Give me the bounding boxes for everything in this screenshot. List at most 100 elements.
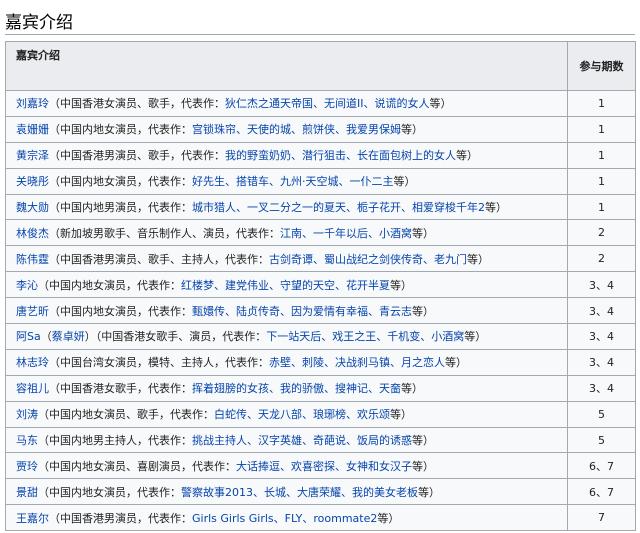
guest-description: （中国台湾女演员，模特、主持人，代表作：	[49, 356, 269, 370]
guest-cell: 林俊杰（新加坡男歌手、音乐制作人、演员，代表作：江南、一千年以后、小酒窝等）	[5, 219, 568, 247]
table-body: 刘嘉玲（中国香港女演员、歌手，代表作：狄仁杰之通天帝国、无间道II、说谎的女人等…	[5, 90, 636, 532]
table-row: 关晓彤（中国内地女演员，代表作：好先生、搭错车、九州·天空城、一仆二主等） 1	[5, 167, 636, 195]
guest-name-link[interactable]: 魏大勋	[16, 201, 49, 214]
guest-cell: 贾玲（中国内地女演员、喜剧演员，代表作：大话捧逗、欢喜密探、女神和女汉子等）	[5, 452, 568, 480]
representative-works-link[interactable]: 甄嬛传、陆贞传奇、因为爱情有幸福、青云志	[192, 305, 412, 318]
guest-cell: 关晓彤（中国内地女演员，代表作：好先生、搭错车、九州·天空城、一仆二主等）	[5, 167, 568, 195]
guest-name-link[interactable]: 马东	[16, 434, 38, 447]
representative-works-link[interactable]: 江南、一千年以后、小酒窝	[280, 227, 412, 240]
episodes-cell: 3、4	[567, 297, 636, 325]
guest-name-link[interactable]: 陈伟霆	[16, 253, 49, 266]
alias-open-paren: （	[40, 330, 52, 344]
guest-table: 嘉宾介绍 参与期数 刘嘉玲（中国香港女演员、歌手，代表作：狄仁杰之通天帝国、无间…	[5, 41, 636, 532]
guest-name-link[interactable]: 刘涛	[16, 408, 38, 421]
guest-name-link[interactable]: 刘嘉玲	[16, 97, 49, 110]
representative-works-link[interactable]: 狄仁杰之通天帝国、无间道II、说谎的女人	[225, 97, 430, 110]
episodes-cell: 5	[567, 400, 636, 428]
table-row: 袁姗姗（中国内地女演员，代表作：宫锁珠帘、天使的城、煎饼侠、我爱男保姆等） 1	[5, 115, 636, 143]
representative-works-link[interactable]: 赤壁、刺陵、决战刹马镇、月之恋人	[269, 356, 445, 369]
guest-name-link[interactable]: 黄宗泽	[16, 149, 49, 162]
guest-name-link[interactable]: 林志玲	[16, 356, 49, 369]
guest-description: （中国香港女歌手，代表作：	[49, 382, 192, 396]
representative-works-link[interactable]: 大话捧逗、欢喜密探、女神和女汉子	[236, 460, 412, 473]
guest-cell: 陈伟霆（中国香港男演员、歌手、主持人，代表作：古剑奇谭、蜀山战纪之剑侠传奇、老九…	[5, 245, 568, 273]
guest-name-link[interactable]: 李沁	[16, 279, 38, 292]
table-row: 马东（中国内地男主持人，代表作：挑战主持人、汉字英雄、奇葩说、饭局的诱惑等） 5	[5, 426, 636, 454]
episodes-cell: 3、4	[567, 348, 636, 376]
guest-description: （新加坡男歌手、音乐制作人、演员，代表作：	[49, 226, 280, 240]
representative-works-link[interactable]: 古剑奇谭、蜀山战纪之剑侠传奇、老九门	[269, 253, 467, 266]
description-tail: 等）	[456, 149, 478, 163]
header-episodes: 参与期数	[567, 41, 636, 91]
guest-name-link[interactable]: 关晓彤	[16, 175, 49, 188]
episodes-cell: 1	[567, 193, 636, 221]
guest-description: （中国香港女演员、歌手，代表作：	[49, 97, 225, 111]
episodes-cell: 1	[567, 90, 636, 117]
guest-description: （中国内地男主持人，代表作：	[38, 434, 192, 448]
table-row: 黄宗泽（中国香港男演员、歌手，代表作：我的野蛮奶奶、潜行狙击、长在面包树上的女人…	[5, 141, 636, 169]
section-title: 嘉宾介绍	[5, 13, 73, 33]
representative-works-link[interactable]: 我的野蛮奶奶、潜行狙击、长在面包树上的女人	[225, 149, 456, 162]
guest-name-link[interactable]: 袁姗姗	[16, 123, 49, 136]
table-row: 李沁（中国内地女演员，代表作：红楼梦、建党伟业、守望的天空、花开半夏等） 3、4	[5, 271, 636, 299]
episodes-cell: 3、4	[567, 374, 636, 402]
guest-cell: 景甜（中国内地女演员，代表作：警察故事2013、长城、大唐荣耀、我的美女老板等）	[5, 478, 568, 506]
representative-works-link[interactable]: 宫锁珠帘、天使的城、煎饼侠、我爱男保姆	[192, 123, 401, 136]
description-tail: 等）	[445, 356, 467, 370]
episodes-cell: 1	[567, 115, 636, 143]
guest-description: （中国内地女演员，代表作：	[49, 304, 192, 318]
table-row: 刘涛（中国内地女演员、歌手，代表作：白蛇传、天龙八部、琅琊榜、欢乐颂等） 5	[5, 400, 636, 428]
guest-description: （中国香港男演员、歌手，代表作：	[49, 149, 225, 163]
representative-works-link[interactable]: 警察故事2013、长城、大唐荣耀、我的美女老板	[181, 486, 418, 499]
table-row: 景甜（中国内地女演员，代表作：警察故事2013、长城、大唐荣耀、我的美女老板等）…	[5, 478, 636, 506]
guest-cell: 刘嘉玲（中国香港女演员、歌手，代表作：狄仁杰之通天帝国、无间道II、说谎的女人等…	[5, 90, 568, 117]
representative-works-link[interactable]: 红楼梦、建党伟业、守望的天空、花开半夏	[181, 279, 390, 292]
episodes-cell: 7	[567, 504, 636, 532]
table-row: 阿Sa（蔡卓妍）（中国香港女歌手、演员，代表作：下一站天后、戏王之王、千机变、小…	[5, 323, 636, 350]
description-tail: 等）	[412, 434, 434, 448]
description-tail: 等）	[485, 201, 507, 214]
guest-cell: 刘涛（中国内地女演员、歌手，代表作：白蛇传、天龙八部、琅琊榜、欢乐颂等）	[5, 400, 568, 428]
guest-description: （中国香港男演员、歌手、主持人，代表作：	[49, 252, 269, 266]
representative-works-link[interactable]: 城市猎人、一叉二分之一的夏天、栀子花开、相爱穿梭千年2	[192, 201, 485, 214]
representative-works-link[interactable]: 挑战主持人、汉字英雄、奇葩说、饭局的诱惑	[192, 434, 412, 447]
title-divider	[5, 34, 635, 35]
description-tail: 等）	[390, 278, 412, 292]
episodes-cell: 1	[567, 141, 636, 169]
guest-description: （中国内地女演员，代表作：	[38, 278, 181, 292]
representative-works-link[interactable]: 好先生、搭错车、九州·天空城、一仆二主	[192, 175, 394, 188]
guest-name-link[interactable]: 贾玲	[16, 460, 38, 473]
guest-cell: 阿Sa（蔡卓妍）（中国香港女歌手、演员，代表作：下一站天后、戏王之王、千机变、小…	[5, 323, 568, 350]
description-tail: 等）	[467, 252, 489, 266]
guest-cell: 马东（中国内地男主持人，代表作：挑战主持人、汉字英雄、奇葩说、饭局的诱惑等）	[5, 426, 568, 454]
guest-description: （中国香港男演员，代表作：	[49, 511, 192, 525]
representative-works-link[interactable]: Girls Girls Girls、FLY、roommate2	[192, 512, 377, 525]
guest-name-link[interactable]: 王嘉尔	[16, 512, 49, 525]
representative-works-link[interactable]: 挥着翅膀的女孩、我的骄傲、搜神记、天奤	[192, 382, 401, 395]
table-row: 刘嘉玲（中国香港女演员、歌手，代表作：狄仁杰之通天帝国、无间道II、说谎的女人等…	[5, 90, 636, 117]
description-tail: 等）	[412, 459, 434, 473]
description-tail: 等）	[412, 226, 434, 240]
guest-cell: 唐艺昕（中国内地女演员，代表作：甄嬛传、陆贞传奇、因为爱情有幸福、青云志等）	[5, 297, 568, 325]
guest-name-link[interactable]: 林俊杰	[16, 227, 49, 240]
description-tail: 等）	[401, 123, 423, 137]
episodes-cell: 1	[567, 167, 636, 195]
guest-name-link[interactable]: 阿Sa	[16, 330, 41, 343]
description-tail: 等）	[429, 97, 452, 111]
guest-description: （中国内地女演员、歌手，代表作：	[38, 408, 214, 422]
guest-name-link[interactable]: 容祖儿	[16, 382, 49, 395]
guest-alias-link[interactable]: 蔡卓妍	[52, 330, 85, 343]
table-row: 魏大勋（中国内地男演员，代表作：城市猎人、一叉二分之一的夏天、栀子花开、相爱穿梭…	[5, 193, 636, 221]
episodes-cell: 2	[567, 245, 636, 273]
guest-description: （中国内地女演员、喜剧演员，代表作：	[38, 459, 236, 473]
description-tail: 等）	[390, 408, 412, 422]
table-row: 唐艺昕（中国内地女演员，代表作：甄嬛传、陆贞传奇、因为爱情有幸福、青云志等） 3、…	[5, 297, 636, 325]
table-row: 陈伟霆（中国香港男演员、歌手、主持人，代表作：古剑奇谭、蜀山战纪之剑侠传奇、老九…	[5, 245, 636, 273]
description-tail: 等）	[401, 382, 423, 396]
guest-name-link[interactable]: 唐艺昕	[16, 305, 49, 318]
episodes-cell: 2	[567, 219, 636, 247]
table-row: 林志玲（中国台湾女演员，模特、主持人，代表作：赤壁、刺陵、决战刹马镇、月之恋人等…	[5, 348, 636, 376]
guest-name-link[interactable]: 景甜	[16, 486, 38, 499]
representative-works-link[interactable]: 下一站天后、戏王之王、千机变、小酒窝	[266, 330, 464, 343]
representative-works-link[interactable]: 白蛇传、天龙八部、琅琊榜、欢乐颂	[214, 408, 390, 421]
